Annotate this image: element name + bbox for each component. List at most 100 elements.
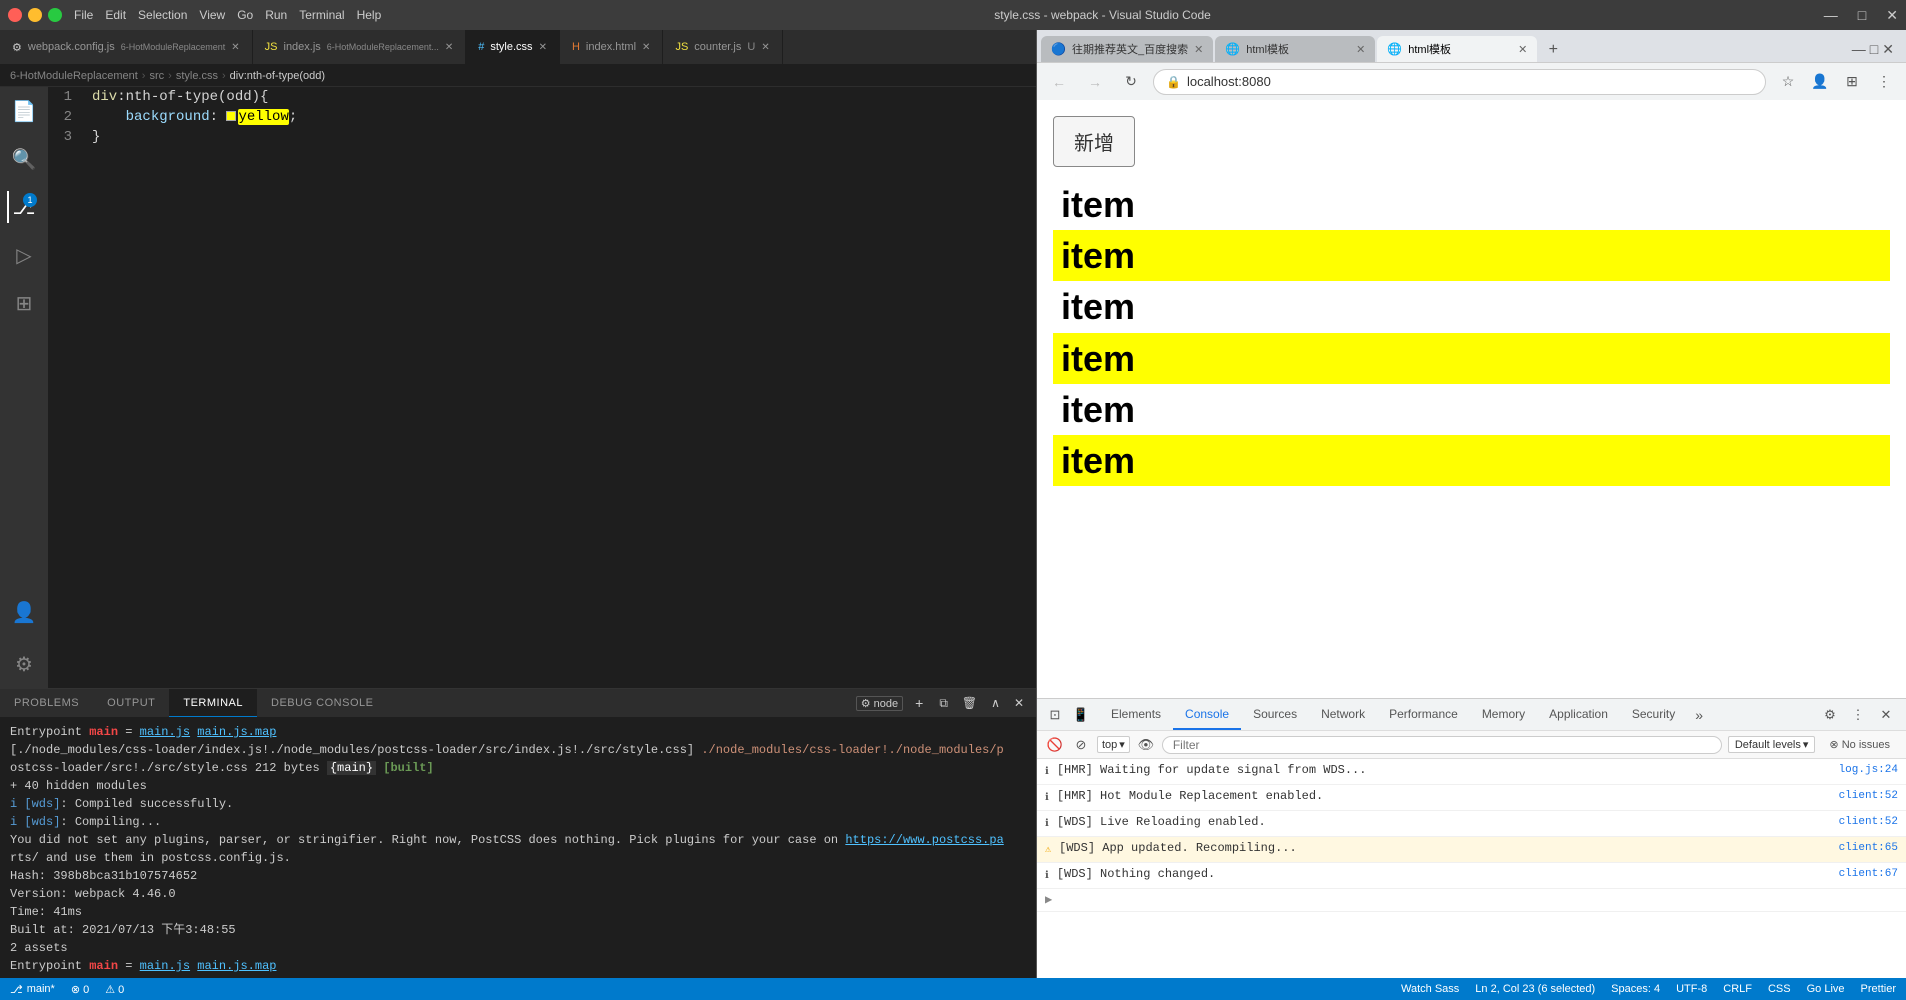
log-link[interactable]: client:52 <box>1839 813 1898 831</box>
tab-close-icon[interactable]: ✕ <box>761 42 769 53</box>
extensions-icon[interactable]: ⊞ <box>1838 68 1866 96</box>
menu-file[interactable]: File <box>74 8 93 22</box>
log-link[interactable]: client:67 <box>1839 865 1898 883</box>
devtools-settings-icon[interactable]: ⚙ <box>1818 703 1842 727</box>
devtools-tab-security[interactable]: Security <box>1620 699 1687 730</box>
tab-index-js[interactable]: JS index.js 6-HotModuleReplacement... ✕ <box>253 30 467 64</box>
expand-icon[interactable]: ▶ <box>1045 891 1052 909</box>
log-link[interactable]: log.js:24 <box>1839 761 1898 779</box>
browser-tab-baidu[interactable]: 🔵 往期推荐英文_百度搜索 ✕ <box>1041 36 1213 62</box>
devtools-tab-sources[interactable]: Sources <box>1241 699 1309 730</box>
tab-webpack-config[interactable]: ⚙ webpack.config.js 6-HotModuleReplaceme… <box>0 30 253 64</box>
default-levels-selector[interactable]: Default levels ▾ <box>1728 736 1816 753</box>
browser-tab-html1[interactable]: 🌐 html模板 ✕ <box>1215 36 1375 62</box>
terminal-close-btn[interactable]: ✕ <box>1010 696 1028 710</box>
new-button[interactable]: 新增 <box>1053 116 1135 167</box>
devtools-tab-memory[interactable]: Memory <box>1470 699 1537 730</box>
extensions-icon[interactable]: ⊞ <box>8 287 40 319</box>
log-link[interactable]: client:65 <box>1839 839 1898 857</box>
tab-style-css[interactable]: # style.css ✕ <box>466 30 560 64</box>
console-filter-input[interactable] <box>1162 736 1722 754</box>
menu-go[interactable]: Go <box>237 8 253 22</box>
source-control-icon[interactable]: ⎇ 1 <box>7 191 39 223</box>
new-tab-button[interactable]: + <box>1539 36 1567 64</box>
browser-tab-html2[interactable]: 🌐 html模板 ✕ <box>1377 36 1537 62</box>
devtools-device-icon[interactable]: 📱 <box>1069 703 1093 727</box>
breadcrumb-item[interactable]: div:nth-of-type(odd) <box>230 70 325 82</box>
menu-edit[interactable]: Edit <box>105 8 126 22</box>
maximize-button[interactable] <box>48 8 62 22</box>
window-restore-btn[interactable]: □ <box>1858 7 1866 24</box>
bookmarks-icon[interactable]: ☆ <box>1774 68 1802 96</box>
menu-help[interactable]: Help <box>357 8 382 22</box>
warning-count[interactable]: ⚠ 0 <box>105 983 124 996</box>
address-input[interactable]: 🔒 localhost:8080 <box>1153 69 1766 95</box>
top-selector[interactable]: top ▾ <box>1097 736 1130 753</box>
terminal-add-btn[interactable]: + <box>909 695 929 711</box>
breadcrumb-item[interactable]: 6-HotModuleReplacement <box>10 70 138 82</box>
terminal-split-btn[interactable]: ⧉ <box>935 696 952 711</box>
menu-view[interactable]: View <box>199 8 225 22</box>
cursor-position[interactable]: Ln 2, Col 23 (6 selected) <box>1475 983 1595 995</box>
tab-index-html[interactable]: H index.html ✕ <box>560 30 663 64</box>
debug-icon[interactable]: ▷ <box>8 239 40 271</box>
devtools-tab-application[interactable]: Application <box>1537 699 1620 730</box>
menu-selection[interactable]: Selection <box>138 8 187 22</box>
tab-close-icon[interactable]: ✕ <box>539 42 547 53</box>
error-count[interactable]: ⊗ 0 <box>71 983 89 996</box>
log-link[interactable]: client:52 <box>1839 787 1898 805</box>
devtools-inspect-icon[interactable]: ⊡ <box>1043 703 1067 727</box>
prettier-btn[interactable]: Prettier <box>1861 983 1896 995</box>
tab-close-icon[interactable]: ✕ <box>445 42 453 53</box>
close-button[interactable] <box>8 8 22 22</box>
files-icon[interactable]: 📄 <box>8 95 40 127</box>
profile-icon[interactable]: 👤 <box>1806 68 1834 96</box>
browser-tab-close-icon[interactable]: ✕ <box>1194 43 1203 56</box>
terminal-trash-btn[interactable]: 🗑 <box>958 696 981 710</box>
panel-tab-debug-console[interactable]: DEBUG CONSOLE <box>257 689 387 717</box>
panel-tab-problems[interactable]: PROBLEMS <box>0 689 93 717</box>
tab-close-icon[interactable]: ✕ <box>231 42 239 53</box>
devtools-overflow-icon[interactable]: ⋮ <box>1846 703 1870 727</box>
terminal-scroll-up-btn[interactable]: ∧ <box>987 696 1004 710</box>
browser-minimize-btn[interactable]: — <box>1852 41 1866 57</box>
breadcrumb-item[interactable]: src <box>149 70 164 82</box>
devtools-tab-network[interactable]: Network <box>1309 699 1377 730</box>
settings-icon[interactable]: ⚙ <box>8 648 40 680</box>
console-eye-icon[interactable]: 👁 <box>1136 735 1156 755</box>
tab-counter-js[interactable]: JS counter.js U ✕ <box>663 30 782 64</box>
devtools-more-tabs-icon[interactable]: » <box>1687 699 1711 730</box>
search-icon[interactable]: 🔍 <box>8 143 40 175</box>
devtools-tab-console[interactable]: Console <box>1173 699 1241 730</box>
encoding-setting[interactable]: UTF-8 <box>1676 983 1707 995</box>
git-branch[interactable]: ⎇ main* <box>10 983 55 996</box>
window-close-btn[interactable]: ✕ <box>1886 7 1898 24</box>
browser-close-btn[interactable]: ✕ <box>1882 41 1894 58</box>
browser-tab-close-icon[interactable]: ✕ <box>1518 43 1527 56</box>
back-button[interactable]: ← <box>1045 68 1073 96</box>
console-clear-icon[interactable]: 🚫 <box>1045 735 1065 755</box>
go-live-btn[interactable]: Go Live <box>1807 983 1845 995</box>
language-mode[interactable]: CSS <box>1768 983 1791 995</box>
window-minimize-btn[interactable]: — <box>1824 7 1838 24</box>
devtools-tab-elements[interactable]: Elements <box>1099 699 1173 730</box>
forward-button[interactable]: → <box>1081 68 1109 96</box>
browser-restore-btn[interactable]: □ <box>1870 41 1878 57</box>
panel-tab-terminal[interactable]: TERMINAL <box>169 689 257 717</box>
breadcrumb-item[interactable]: style.css <box>176 70 218 82</box>
watch-sass[interactable]: Watch Sass <box>1401 983 1459 995</box>
spaces-setting[interactable]: Spaces: 4 <box>1611 983 1660 995</box>
tab-close-icon[interactable]: ✕ <box>642 42 650 53</box>
line-ending-setting[interactable]: CRLF <box>1723 983 1752 995</box>
minimize-button[interactable] <box>28 8 42 22</box>
panel-tab-output[interactable]: OUTPUT <box>93 689 169 717</box>
window-controls[interactable] <box>8 8 62 22</box>
menu-run[interactable]: Run <box>265 8 287 22</box>
console-filter-icon[interactable]: ⊘ <box>1071 735 1091 755</box>
menu-terminal[interactable]: Terminal <box>299 8 344 22</box>
account-icon[interactable]: 👤 <box>8 596 40 628</box>
devtools-close-icon[interactable]: ✕ <box>1874 703 1898 727</box>
refresh-button[interactable]: ↻ <box>1117 68 1145 96</box>
menu-icon[interactable]: ⋮ <box>1870 68 1898 96</box>
browser-tab-close-icon[interactable]: ✕ <box>1356 43 1365 56</box>
